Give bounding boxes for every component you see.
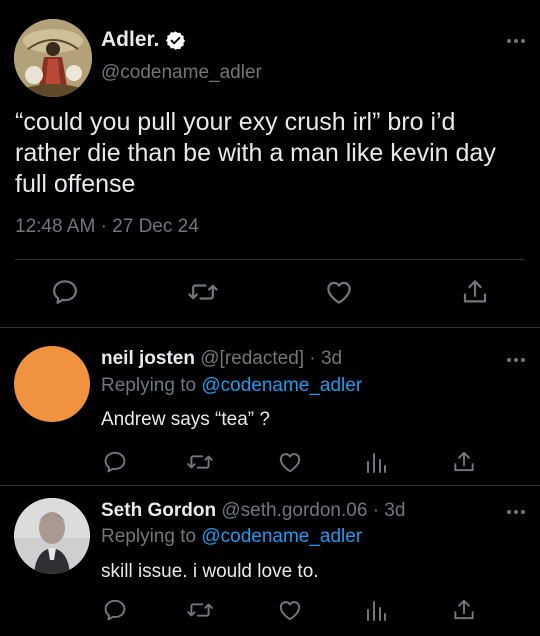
reply-author-handle[interactable]: @seth.gordon.06 xyxy=(221,500,367,521)
more-options-icon[interactable] xyxy=(506,357,526,363)
reply-icon xyxy=(104,451,126,473)
reply-action-bar xyxy=(0,448,540,478)
reply-age: 3d xyxy=(320,348,343,369)
reply-button[interactable] xyxy=(101,448,129,476)
analytics-icon xyxy=(367,453,386,473)
reply-text: skill issue. i would love to. xyxy=(101,561,319,582)
like-icon xyxy=(279,453,301,473)
reply-action-bar xyxy=(0,596,540,626)
retweet-icon xyxy=(188,284,218,300)
share-icon xyxy=(454,599,474,620)
author-display-name[interactable]: Adler. xyxy=(101,28,159,52)
like-button[interactable] xyxy=(322,275,356,309)
share-icon xyxy=(463,280,487,303)
share-button[interactable] xyxy=(450,596,478,624)
verified-badge-icon xyxy=(166,30,186,50)
tweet-time: 12:48 AM xyxy=(15,216,96,237)
meta-separator: · xyxy=(309,348,316,369)
retweet-icon xyxy=(187,455,213,469)
like-button[interactable] xyxy=(276,596,304,624)
reply-age: 3d xyxy=(384,500,406,521)
replying-to-mention[interactable]: @codename_adler xyxy=(201,375,362,396)
share-icon xyxy=(454,451,474,472)
retweet-button[interactable] xyxy=(186,596,214,624)
analytics-button[interactable] xyxy=(362,596,390,624)
share-button[interactable] xyxy=(458,275,492,309)
tweet-text: “could you pull your exy crush irl” bro … xyxy=(15,108,496,198)
replying-to: Replying to @codename_adler xyxy=(101,526,362,548)
retweet-button[interactable] xyxy=(186,275,220,309)
reply-header: neil josten @[redacted] · 3d xyxy=(101,348,342,370)
like-button[interactable] xyxy=(276,448,304,476)
reply-icon xyxy=(53,280,77,304)
retweet-button[interactable] xyxy=(186,448,214,476)
reply-author-name[interactable]: neil josten xyxy=(101,348,195,369)
replying-to-mention[interactable]: @codename_adler xyxy=(201,526,362,547)
meta-separator: · xyxy=(100,216,107,237)
replying-to-label: Replying to xyxy=(101,375,197,396)
analytics-icon xyxy=(367,601,386,621)
replying-to-label: Replying to xyxy=(101,526,197,547)
like-icon xyxy=(279,601,301,621)
reply-author-handle[interactable]: @[redacted] xyxy=(200,348,304,369)
main-action-bar xyxy=(0,275,540,311)
reply-text: Andrew says “tea” ? xyxy=(101,409,270,430)
tweet-date: 27 Dec 24 xyxy=(112,216,199,237)
more-options-icon[interactable] xyxy=(506,38,526,44)
retweet-icon xyxy=(187,603,213,617)
reply-tweet: neil josten @[redacted] · 3d Replying to… xyxy=(0,328,540,485)
like-icon xyxy=(327,281,351,304)
reply-header: Seth Gordon @seth.gordon.06 · 3d xyxy=(101,500,405,522)
reply-author-name[interactable]: Seth Gordon xyxy=(101,500,216,521)
reply-button[interactable] xyxy=(101,596,129,624)
avatar[interactable] xyxy=(14,498,90,574)
reply-button[interactable] xyxy=(48,275,82,309)
author-handle[interactable]: @codename_adler xyxy=(101,62,262,84)
meta-separator: · xyxy=(372,500,380,521)
replying-to: Replying to @codename_adler xyxy=(101,375,362,397)
analytics-button[interactable] xyxy=(362,448,390,476)
reply-tweet: Seth Gordon @seth.gordon.06 · 3d Replyin… xyxy=(0,486,540,636)
divider xyxy=(15,259,525,260)
author-name[interactable]: Adler. xyxy=(101,28,186,52)
avatar[interactable] xyxy=(14,346,90,422)
avatar[interactable] xyxy=(14,19,92,97)
share-button[interactable] xyxy=(450,448,478,476)
tweet-timestamp[interactable]: 12:48 AM · 27 Dec 24 xyxy=(15,216,199,238)
more-options-icon[interactable] xyxy=(506,509,526,515)
reply-icon xyxy=(104,599,126,621)
